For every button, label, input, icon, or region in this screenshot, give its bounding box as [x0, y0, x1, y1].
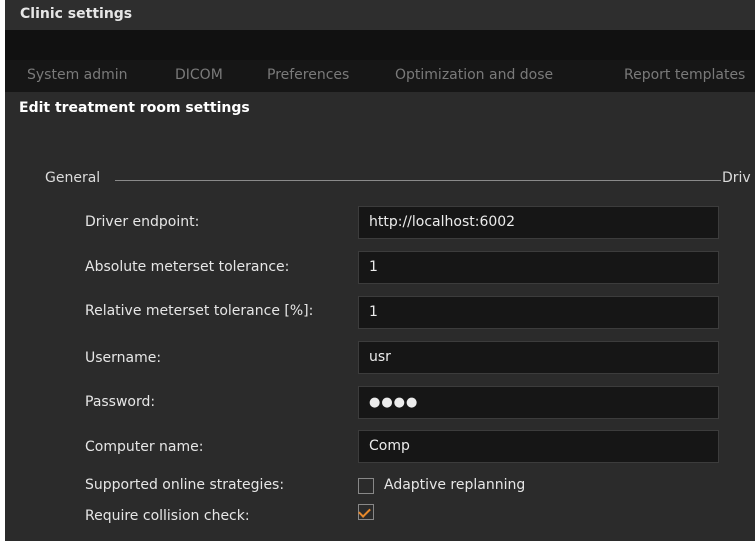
username-input[interactable]: usr	[358, 341, 719, 374]
tab-dicom[interactable]: DICOM	[175, 67, 223, 83]
computer-name-label: Computer name:	[85, 439, 204, 455]
driver-endpoint-label: Driver endpoint:	[85, 214, 200, 230]
absolute-meterset-tolerance-input[interactable]: 1	[358, 251, 719, 284]
title-bar: Clinic settings	[5, 0, 755, 30]
supported-online-strategies-label: Supported online strategies:	[85, 477, 285, 493]
page-title: Edit treatment room settings	[19, 100, 250, 116]
section-label-general: General	[45, 170, 101, 186]
tab-preferences[interactable]: Preferences	[267, 67, 349, 83]
tab-optimization-and-dose[interactable]: Optimization and dose	[395, 67, 553, 83]
username-label: Username:	[85, 350, 162, 366]
absolute-meterset-tolerance-label: Absolute meterset tolerance:	[85, 259, 290, 275]
clinic-settings-window: Clinic settings System admin DICOM Prefe…	[5, 0, 755, 541]
adaptive-replanning-checkbox[interactable]	[358, 478, 374, 494]
header-band	[5, 30, 755, 60]
adaptive-replanning-label[interactable]: Adaptive replanning	[384, 477, 525, 493]
password-input[interactable]: ●●●●	[358, 386, 719, 419]
tab-report-templates[interactable]: Report templates	[624, 67, 745, 83]
tab-system-admin[interactable]: System admin	[27, 67, 128, 83]
computer-name-input[interactable]: Comp	[358, 430, 719, 463]
window-title: Clinic settings	[20, 6, 133, 22]
relative-meterset-tolerance-label: Relative meterset tolerance [%]:	[85, 303, 314, 319]
password-label: Password:	[85, 394, 156, 410]
require-collision-check-label: Require collision check:	[85, 508, 250, 524]
relative-meterset-tolerance-input[interactable]: 1	[358, 296, 719, 329]
section-label-driver: Driv	[722, 170, 751, 186]
tab-bar: System admin DICOM Preferences Optimizat…	[5, 60, 755, 92]
driver-endpoint-input[interactable]: http://localhost:6002	[358, 206, 719, 239]
section-divider	[115, 180, 721, 181]
